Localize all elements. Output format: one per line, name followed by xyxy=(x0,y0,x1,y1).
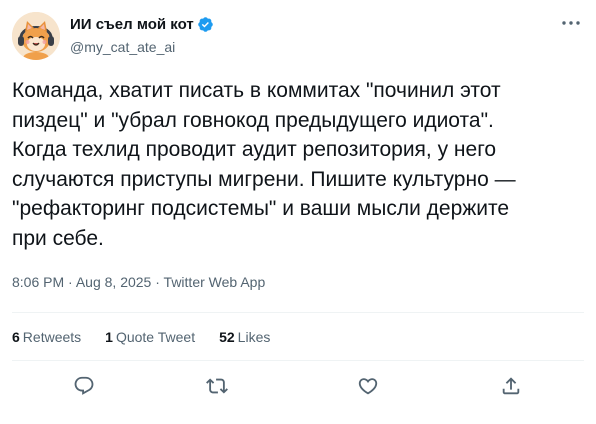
verified-badge-icon xyxy=(197,17,213,32)
author-handle[interactable]: @my_cat_ate_ai xyxy=(70,38,175,56)
retweet-icon xyxy=(206,378,228,394)
retweet-button[interactable] xyxy=(205,374,229,398)
share-button[interactable] xyxy=(499,374,523,398)
meta-separator: · xyxy=(68,274,73,290)
tweet-meta: 8:06 PM · Aug 8, 2025 · Twitter Web App xyxy=(12,273,265,291)
retweets-count: 6 xyxy=(12,329,20,345)
avatar[interactable] xyxy=(12,12,60,60)
tweet-card: ИИ съел мой кот @my_cat_ate_ai Команда, … xyxy=(0,0,596,424)
divider xyxy=(12,312,584,313)
tweet-stats: 6 Retweets 1 Quote Tweet 52 Likes xyxy=(12,328,270,346)
likes-stat[interactable]: 52 Likes xyxy=(219,328,270,346)
reply-button[interactable] xyxy=(72,374,96,398)
tweet-source-link[interactable]: Twitter Web App xyxy=(164,274,266,290)
tweet-time-link[interactable]: 8:06 PM · Aug 8, 2025 xyxy=(12,274,151,290)
author-name[interactable]: ИИ съел мой кот xyxy=(70,15,214,34)
quotes-label: Quote Tweet xyxy=(115,329,196,345)
likes-count: 52 xyxy=(219,329,235,345)
tweet-text: Команда, хватит писать в коммитах "почин… xyxy=(12,79,516,250)
quotes-stat[interactable]: 1 Quote Tweet xyxy=(105,328,195,346)
cat-avatar-icon xyxy=(12,12,60,60)
likes-label: Likes xyxy=(237,329,271,345)
more-icon xyxy=(562,21,580,25)
retweets-stat[interactable]: 6 Retweets xyxy=(12,328,81,346)
quotes-count: 1 xyxy=(105,329,113,345)
retweets-label: Retweets xyxy=(22,329,82,345)
share-icon xyxy=(502,377,520,395)
reply-icon xyxy=(74,376,94,395)
author-name-text: ИИ съел мой кот xyxy=(70,16,194,33)
tweet-time: 8:06 PM xyxy=(12,274,65,290)
meta-separator-2: · xyxy=(155,274,160,290)
divider xyxy=(12,360,584,361)
heart-icon xyxy=(358,378,378,395)
tweet-date: Aug 8, 2025 xyxy=(75,274,152,290)
like-button[interactable] xyxy=(356,374,380,398)
more-button[interactable] xyxy=(560,14,582,32)
